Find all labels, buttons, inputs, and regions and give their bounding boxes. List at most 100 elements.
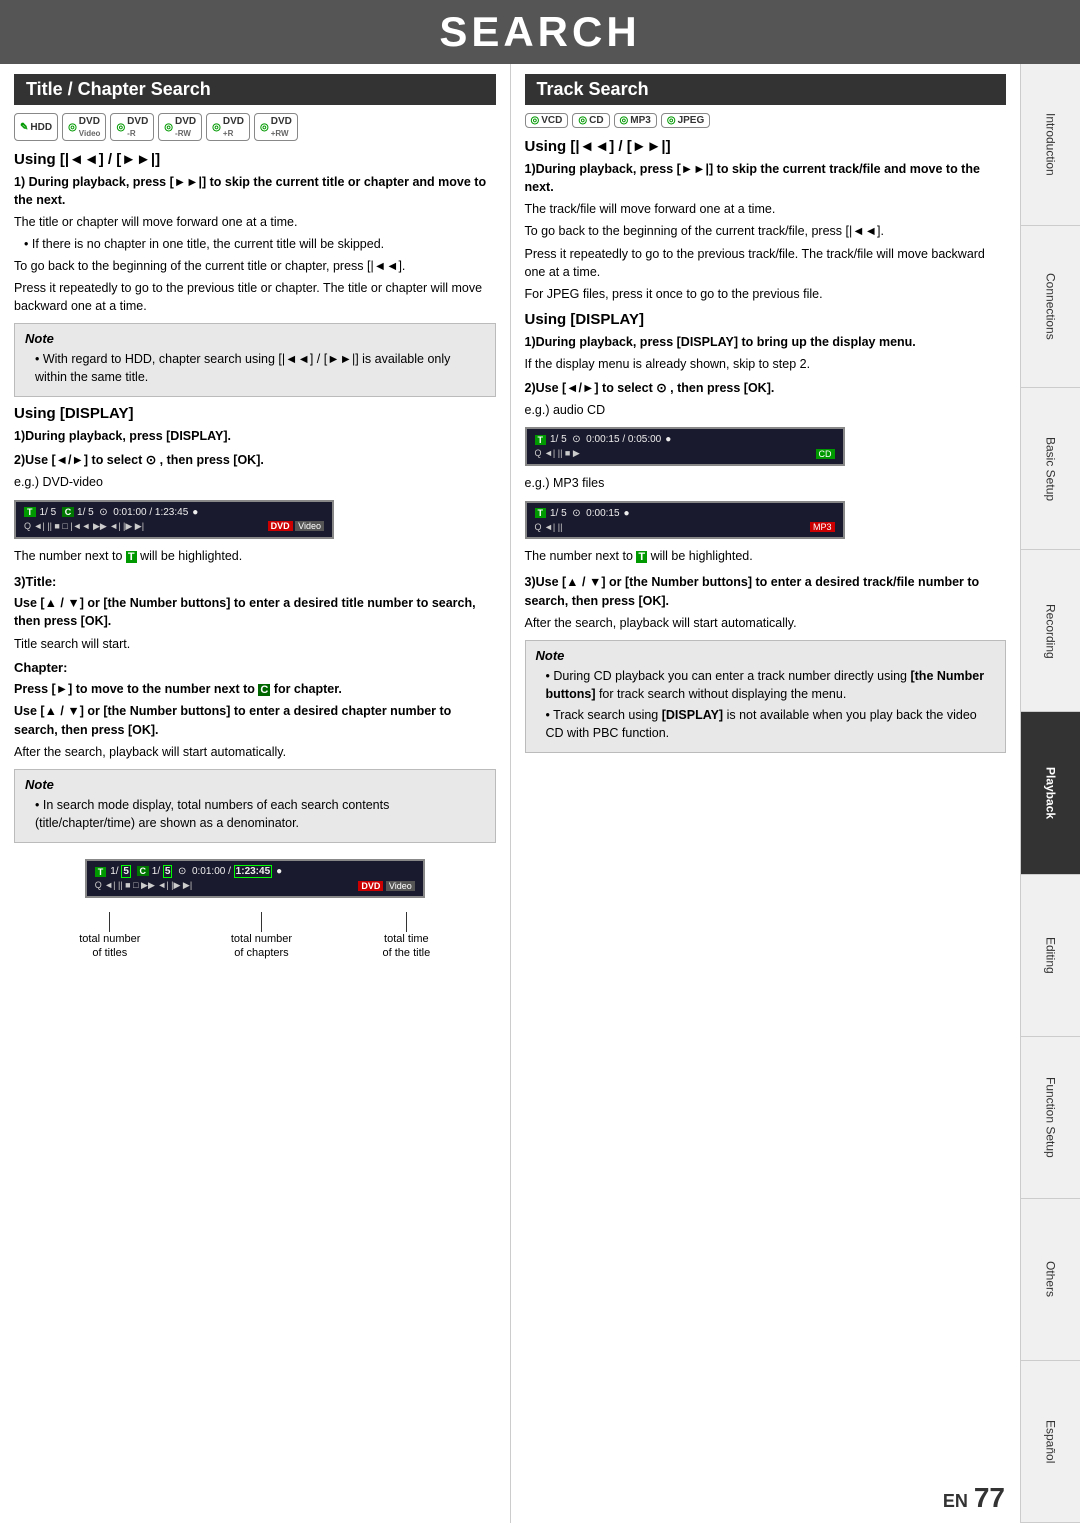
cd-icon: ◎ [578,115,587,126]
dvd-video-icon: ◎ [68,122,77,133]
columns: Title / Chapter Search ✎ HDD ◎ DVDVideo … [0,64,1020,1523]
right-display-step1: 1)During playback, press [DISPLAY] to br… [525,333,1007,373]
sidebar-tab-basic-setup[interactable]: Basic Setup [1021,388,1080,550]
left-step3-title-label: 3)Title: [14,573,496,592]
left-display-step2-label: 2)Use [◄/►] to select ⊙ , then press [OK… [14,451,496,469]
left-step1-body1: The title or chapter will move forward o… [14,213,496,231]
right-step1-body4: For JPEG files, press it once to go to t… [525,285,1007,303]
hdd-icon: ✎ [20,122,28,133]
diagram-screen-topbar: T 1/ 5 C 1/ 5 ⊙ 0:01:00 / 1:23:45 ● [95,866,415,877]
right-step1: 1)During playback, press [►►|] to skip t… [525,160,1007,303]
right-step3-body: After the search, playback will start au… [525,614,1007,632]
badge-dvd-plus-r: ◎ DVD+R [206,113,250,141]
sidebar-tab-editing[interactable]: Editing [1021,875,1080,1037]
vcd-icon: ◎ [531,115,540,126]
diagram-dvd-badge: DVD [358,881,383,891]
diagram-label-chapters: total numberof chapters [231,912,292,961]
screen-dvd-badges: DVD Video [268,521,324,531]
right-note: Note During CD playback you can enter a … [525,640,1007,754]
sidebar-tab-recording[interactable]: Recording [1021,550,1080,712]
t-icon-inline: T [126,551,137,563]
screen-mp3-icons: Q ◄| || [535,522,563,532]
sidebar-tab-connections[interactable]: Connections [1021,226,1080,388]
screen-dvd-bottombar: Q ◄| || ■ □ |◄◄ ▶▶ ◄| |▶ ▶| DVD Video [24,521,324,532]
badge-mp3: ◎ MP3 [614,113,657,128]
right-sub2-heading: Using [DISPLAY] [525,311,1007,328]
badge-dvd-video: ◎ DVDVideo [62,113,106,141]
en-label: EN [943,1491,968,1512]
sidebar-tab-introduction[interactable]: Introduction [1021,64,1080,226]
sidebar-tab-playback[interactable]: Playback [1021,712,1080,874]
left-sub1-heading: Using [|◄◄] / [►►|] [14,151,496,168]
left-note2-item1: In search mode display, total numbers of… [25,796,485,832]
badge-vcd: ◎ VCD [525,113,569,128]
sidebar-tab-others[interactable]: Others [1021,1199,1080,1361]
right-step1-body3: Press it repeatedly to go to the previou… [525,245,1007,281]
left-step3: 3)Title: Use [▲ / ▼] or [the Number butt… [14,573,496,760]
dvd-badge: DVD [268,521,293,531]
left-step1-bullet1: If there is no chapter in one title, the… [14,235,496,253]
screen-dvd: T 1/ 5 C 1/ 5 ⊙ 0:01:00 / 1:23:45 ● Q ◄|… [14,500,334,539]
mp3-icon: ◎ [620,115,629,126]
right-note-title: Note [536,648,996,663]
left-highlight-note: The number next to T will be highlighted… [14,547,496,566]
right-step1-body2: To go back to the beginning of the curre… [525,222,1007,240]
screen-dvd-topbar: T 1/ 5 C 1/ 5 ⊙ 0:01:00 / 1:23:45 ● [24,507,324,518]
right-step1-body1: The track/file will move forward one at … [525,200,1007,218]
left-column: Title / Chapter Search ✎ HDD ◎ DVDVideo … [0,64,511,1523]
screen-cd-bottombar: Q ◄| || ■ ▶ CD [535,448,835,459]
diagram-wrapper: T 1/ 5 C 1/ 5 ⊙ 0:01:00 / 1:23:45 ● Q ◄|… [14,851,496,961]
video-badge: Video [295,521,324,531]
arrow-titles [109,912,110,932]
diagram-screen-bottombar: Q ◄| || ■ □ ▶▶ ◄| |▶ ▶| DVD Video [95,880,415,891]
right-highlight-note: The number next to T will be highlighted… [525,547,1007,566]
screen-mp3-bottombar: Q ◄| || MP3 [535,522,835,532]
screen-cd-topbar: T 1/ 5 ⊙ 0:00:15 / 0:05:00 ● [535,434,835,445]
t-icon-right: T [636,551,647,563]
diagram-label-time: total timeof the title [383,912,431,961]
right-note-item2: Track search using [DISPLAY] is not avai… [536,706,996,742]
left-step3-chapter-body2: Use [▲ / ▼] or [the Number buttons] to e… [14,702,496,738]
content-area: Title / Chapter Search ✎ HDD ◎ DVDVideo … [0,64,1020,1523]
diagram-labels-row: total numberof titles total numberof cha… [14,912,496,961]
sidebar-tab-espanol[interactable]: Español [1021,1361,1080,1523]
left-display-step1-label: 1)During playback, press [DISPLAY]. [14,427,496,445]
left-note1-title: Note [25,331,485,346]
right-sub1-heading: Using [|◄◄] / [►►|] [525,138,1007,155]
arrow-time [406,912,407,932]
left-step1-body3: Press it repeatedly to go to the previou… [14,279,496,315]
right-display-step1-label: 1)During playback, press [DISPLAY] to br… [525,333,1007,351]
page-header: SEARCH [0,0,1080,64]
right-column: Track Search ◎ VCD ◎ CD ◎ MP3 [511,64,1021,1523]
left-step3-chapter-label: Chapter: [14,659,496,678]
right-section-title: Track Search [525,74,1007,105]
screen-dvd-dot: ● [192,507,198,518]
diagram-vals: 1/ 5 C 1/ 5 ⊙ 0:01:00 / 1:23:45 [110,866,272,877]
right-display-step2-eg1: e.g.) audio CD [525,401,1007,419]
sidebar-tab-function-setup[interactable]: Function Setup [1021,1037,1080,1199]
left-step1: 1) During playback, press [►►|] to skip … [14,173,496,315]
left-step-display2: 2)Use [◄/►] to select ⊙ , then press [OK… [14,451,496,491]
left-note2: Note In search mode display, total numbe… [14,769,496,843]
left-step1-label: 1) During playback, press [►►|] to skip … [14,173,496,209]
left-sub2-heading: Using [DISPLAY] [14,405,496,422]
arrow-chapters [261,912,262,932]
dvd-plus-r-icon: ◎ [212,122,221,133]
right-sidebar: Introduction Connections Basic Setup Rec… [1020,64,1080,1523]
left-step3-chapter-auto: After the search, playback will start au… [14,743,496,761]
badge-dvd-plus-rw: ◎ DVD+RW [254,113,298,141]
page-footer: EN 77 [943,1482,1005,1514]
diagram-icons: Q ◄| || ■ □ ▶▶ ◄| |▶ ▶| [95,880,192,891]
screen-mp3-t: T [535,508,547,518]
right-step1-label: 1)During playback, press [►►|] to skip t… [525,160,1007,196]
screen-cd: T 1/ 5 ⊙ 0:00:15 / 0:05:00 ● Q ◄| || ■ ▶… [525,427,845,466]
badge-dvd-r: ◎ DVD-R [110,113,154,141]
page-number: 77 [974,1482,1005,1514]
diagram-screen: T 1/ 5 C 1/ 5 ⊙ 0:01:00 / 1:23:45 ● Q ◄|… [85,859,425,898]
right-note-item1: During CD playback you can enter a track… [536,667,996,703]
screen-dvd-t: T [24,507,36,517]
badge-dvd-rw: ◎ DVD-RW [158,113,202,141]
diagram-t: T [95,867,107,877]
mp3-screen-badge: MP3 [810,522,835,532]
diagram-label-titles: total numberof titles [79,912,140,961]
